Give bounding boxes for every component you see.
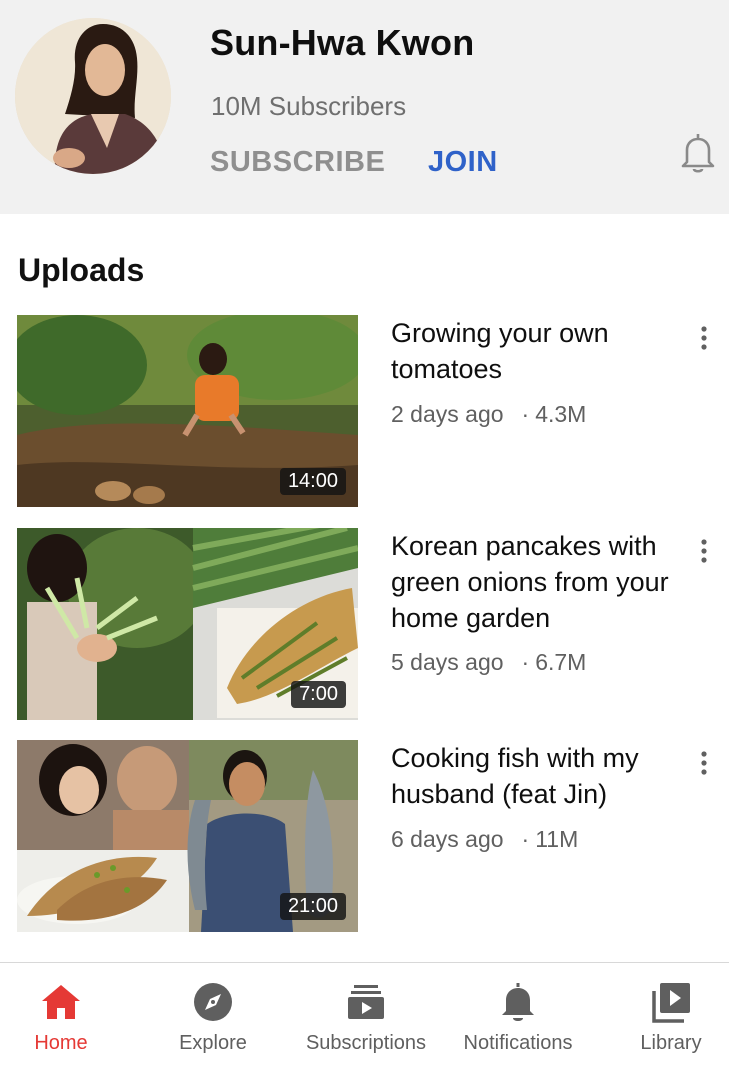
more-options-icon[interactable] — [694, 323, 714, 357]
video-item: 7:00 Korean pancakes with green onions f… — [0, 528, 729, 720]
video-title[interactable]: Growing your own tomatoes — [391, 315, 691, 387]
library-icon — [648, 979, 694, 1025]
channel-header: Sun-Hwa Kwon 10M Subscribers SUBSCRIBE J… — [0, 0, 729, 214]
meta-separator: · — [521, 826, 530, 852]
channel-name: Sun-Hwa Kwon — [210, 22, 475, 63]
video-meta: 6 days ago · 11M — [391, 826, 578, 853]
video-age: 6 days ago — [391, 826, 504, 852]
subscribe-button[interactable]: SUBSCRIBE — [210, 146, 385, 179]
video-views: 6.7M — [535, 649, 587, 675]
video-item: 21:00 Cooking fish with my husband (feat… — [0, 740, 729, 932]
video-title[interactable]: Cooking fish with my husband (feat Jin) — [391, 740, 691, 812]
nav-explore[interactable]: Explore — [152, 963, 274, 1067]
meta-separator: · — [521, 401, 530, 427]
meta-separator: · — [521, 649, 530, 675]
more-options-icon[interactable] — [694, 748, 714, 782]
notification-bell-icon[interactable] — [678, 130, 718, 174]
video-age: 2 days ago — [391, 401, 504, 427]
compass-icon — [190, 979, 236, 1025]
video-title[interactable]: Korean pancakes with green onions from y… — [391, 528, 691, 636]
subscriptions-icon — [343, 979, 389, 1025]
nav-label: Explore — [179, 1032, 247, 1054]
video-item: 14:00 Growing your own tomatoes 2 days a… — [0, 315, 729, 507]
video-age: 5 days ago — [391, 649, 504, 675]
video-views: 11M — [535, 826, 579, 852]
nav-label: Home — [34, 1032, 88, 1054]
video-duration: 7:00 — [291, 681, 346, 708]
video-meta: 5 days ago · 6.7M — [391, 649, 586, 676]
nav-notifications[interactable]: Notifications — [457, 963, 579, 1067]
video-meta: 2 days ago · 4.3M — [391, 401, 586, 428]
video-views: 4.3M — [535, 401, 587, 427]
uploads-heading: Uploads — [18, 252, 145, 288]
more-options-icon[interactable] — [694, 536, 714, 570]
nav-home[interactable]: Home — [0, 963, 122, 1067]
video-thumbnail[interactable]: 14:00 — [17, 315, 358, 507]
video-thumbnail[interactable]: 21:00 — [17, 740, 358, 932]
video-thumbnail[interactable]: 7:00 — [17, 528, 358, 720]
nav-label: Library — [640, 1032, 702, 1054]
nav-subscriptions[interactable]: Subscriptions — [305, 963, 427, 1067]
subscriber-count: 10M Subscribers — [211, 91, 407, 121]
video-duration: 14:00 — [279, 468, 346, 495]
nav-library[interactable]: Library — [610, 963, 729, 1067]
video-duration: 21:00 — [279, 893, 346, 920]
bell-icon — [495, 979, 541, 1025]
channel-avatar[interactable] — [15, 18, 171, 174]
nav-label: Notifications — [463, 1032, 573, 1054]
nav-label: Subscriptions — [305, 1032, 427, 1054]
join-button[interactable]: JOIN — [428, 146, 498, 179]
bottom-navigation: Home Explore Subscriptions Notifications… — [0, 962, 729, 1067]
home-icon — [38, 979, 84, 1025]
